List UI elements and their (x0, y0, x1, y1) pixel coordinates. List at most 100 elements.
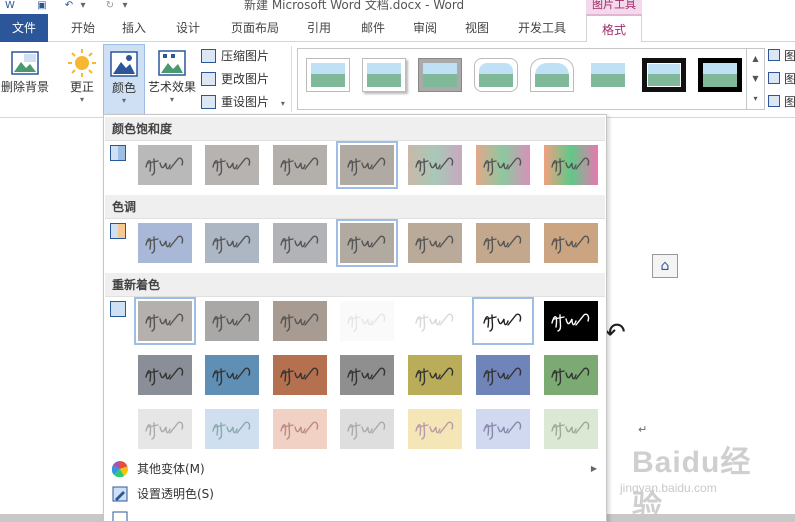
picture-layout-label: 图 (784, 95, 795, 109)
picture-border-icon (768, 49, 780, 61)
recolor-swatch[interactable] (134, 405, 196, 453)
saturation-swatch[interactable] (201, 141, 263, 189)
saturation-swatch[interactable] (134, 141, 196, 189)
tone-swatch[interactable] (134, 219, 196, 267)
picture-layout-icon (768, 95, 780, 107)
recolor-swatch[interactable] (540, 351, 602, 399)
tone-icon (110, 223, 126, 239)
recolor-swatch[interactable] (336, 297, 398, 345)
picture-style-1[interactable] (306, 58, 350, 92)
tab-developer[interactable]: 开发工具 (508, 14, 576, 42)
rotation-handle-icon[interactable]: ↶ (604, 318, 626, 348)
recolor-swatch[interactable] (472, 405, 534, 453)
eyedropper-icon (112, 486, 128, 502)
tab-format[interactable]: 格式 (586, 14, 642, 43)
recolor-swatch[interactable] (201, 405, 263, 453)
set-transparent-color-item[interactable]: 设置透明色(S) (105, 482, 605, 506)
tone-swatch[interactable] (269, 219, 331, 267)
tone-swatch[interactable] (201, 219, 263, 267)
picture-style-8[interactable] (698, 58, 742, 92)
picture-style-3[interactable] (418, 58, 462, 92)
change-picture-icon (201, 72, 216, 86)
picture-style-7[interactable] (642, 58, 686, 92)
recolor-swatch[interactable] (269, 297, 331, 345)
color-icon (110, 51, 138, 77)
saturation-swatch[interactable] (404, 141, 466, 189)
change-picture-button[interactable]: 更改图片 (201, 69, 269, 89)
more-variations-item[interactable]: 其他变体(M) ▶ (105, 457, 605, 481)
remove-background-label: 删除背景 (0, 80, 49, 94)
picture-style-4[interactable] (474, 58, 518, 92)
customize-qat-icon[interactable]: ▾ (118, 0, 132, 12)
picture-tools-label: 图片工具 (586, 0, 642, 14)
picture-style-5[interactable] (530, 58, 574, 92)
recolor-swatch[interactable] (201, 297, 263, 345)
gallery-more-button[interactable]: ▾ (746, 89, 764, 109)
picture-styles-gallery[interactable]: ▲ ▼ ▾ (297, 48, 765, 110)
saturation-swatch[interactable] (336, 141, 398, 189)
tab-file[interactable]: 文件 (0, 14, 48, 42)
layout-options-icon[interactable]: ⌂ (652, 254, 678, 278)
recolor-swatch[interactable] (540, 405, 602, 453)
word-window: W ▣ ↶ ▾ ↻ ▾ 新建 Microsoft Word 文档.docx - … (0, 0, 795, 522)
corrections-button[interactable]: 更正 ▾ (62, 48, 102, 108)
recolor-swatch[interactable] (269, 351, 331, 399)
tab-home[interactable]: 开始 (62, 14, 104, 42)
recolor-swatch[interactable] (540, 297, 602, 345)
gallery-scroll-down-button[interactable]: ▼ (746, 69, 764, 89)
compress-pictures-icon (201, 49, 216, 63)
recolor-swatch[interactable] (336, 405, 398, 453)
picture-effects-button[interactable]: 图 (768, 69, 795, 89)
tab-references[interactable]: 引用 (298, 14, 340, 42)
saturation-swatch[interactable] (540, 141, 602, 189)
saturation-swatch[interactable] (472, 141, 534, 189)
saturation-icon (110, 145, 126, 161)
recolor-swatch[interactable] (404, 351, 466, 399)
compress-pictures-button[interactable]: 压缩图片 (201, 46, 269, 66)
picture-border-button[interactable]: 图 (768, 46, 795, 66)
save-icon[interactable]: ▣ (35, 0, 49, 12)
section-header-tone: 色调 (105, 195, 605, 219)
tab-mailings[interactable]: 邮件 (352, 14, 394, 42)
color-button[interactable]: 颜色 ▾ (103, 44, 145, 116)
undo-dropdown-icon[interactable]: ▾ (76, 0, 90, 12)
undo-icon[interactable]: ↶ (62, 0, 76, 12)
more-variations-label: 其他变体(M) (137, 462, 205, 476)
tab-review[interactable]: 审阅 (404, 14, 446, 42)
gallery-scroll-up-button[interactable]: ▲ (746, 49, 764, 69)
picture-border-label: 图 (784, 49, 795, 63)
watermark-sub-text: jingyan.baidu.com (620, 481, 717, 495)
saturation-swatch[interactable] (269, 141, 331, 189)
recolor-swatch[interactable] (201, 351, 263, 399)
tone-swatch[interactable] (404, 219, 466, 267)
watermark-main-text: Baidu经验 (632, 446, 752, 522)
picture-color-options-icon (112, 511, 128, 521)
picture-color-options-item[interactable] (105, 507, 605, 521)
remove-background-button[interactable]: 删除背景 (0, 48, 50, 100)
recolor-swatch[interactable] (472, 351, 534, 399)
tab-design[interactable]: 设计 (167, 14, 209, 42)
tab-page-layout[interactable]: 页面布局 (222, 14, 288, 42)
redo-icon[interactable]: ↻ (103, 0, 117, 12)
recolor-swatch[interactable] (336, 351, 398, 399)
section-header-recolor: 重新着色 (105, 273, 605, 297)
picture-style-6[interactable] (586, 58, 630, 92)
recolor-swatch[interactable] (269, 405, 331, 453)
ribbon-separator (291, 46, 292, 112)
tone-swatch[interactable] (336, 219, 398, 267)
tone-swatch[interactable] (540, 219, 602, 267)
recolor-swatch[interactable] (472, 297, 534, 345)
recolor-swatch[interactable] (404, 405, 466, 453)
change-picture-label: 更改图片 (221, 72, 270, 86)
recolor-swatch[interactable] (134, 297, 196, 345)
recolor-swatch[interactable] (134, 351, 196, 399)
tab-insert[interactable]: 插入 (113, 14, 155, 42)
picture-layout-button[interactable]: 图 (768, 92, 795, 112)
tone-swatch[interactable] (472, 219, 534, 267)
artistic-effects-button[interactable]: 艺术效果 ▾ (146, 48, 198, 108)
reset-picture-button[interactable]: 重设图片 ▾ (201, 92, 285, 112)
corrections-label: 更正 (69, 80, 94, 94)
picture-style-2[interactable] (362, 58, 406, 92)
tab-view[interactable]: 视图 (456, 14, 498, 42)
recolor-swatch[interactable] (404, 297, 466, 345)
